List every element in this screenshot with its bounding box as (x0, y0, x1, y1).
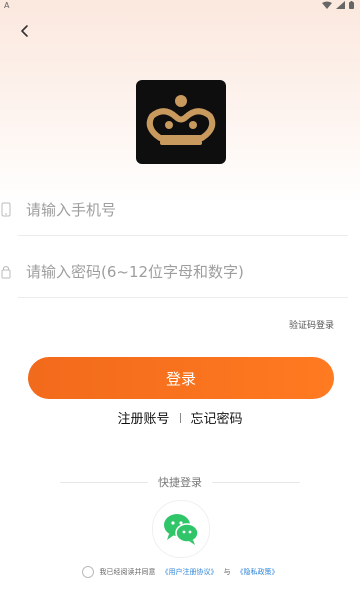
wechat-icon (164, 514, 199, 545)
forgot-password-link[interactable]: 忘记密码 (191, 408, 243, 427)
agree-checkbox[interactable] (81, 566, 94, 578)
phone-icon (1, 202, 11, 217)
status-left-text: A (4, 1, 10, 10)
login-button[interactable]: 登录 (28, 357, 334, 399)
user-agreement-link[interactable]: 《用户注册协议》 (162, 567, 218, 577)
battery-icon (349, 1, 354, 9)
phone-row (0, 188, 360, 236)
divider (18, 235, 348, 236)
status-bar: A (0, 0, 360, 12)
agreement-prefix: 我已经阅读并同意 (99, 568, 156, 576)
agreement-row: 我已经阅读并同意 《用户注册协议》 与 《隐私政策》 (0, 566, 360, 578)
password-input[interactable] (24, 258, 348, 286)
password-row (0, 250, 360, 298)
divider (18, 297, 348, 298)
quick-login-label: 快捷登录 (158, 476, 202, 489)
privacy-policy-link[interactable]: 《隐私政策》 (237, 567, 279, 577)
lock-icon (1, 266, 11, 279)
crown-logo-icon (146, 95, 216, 145)
divider-left (60, 481, 148, 483)
quick-login-divider: 快捷登录 (60, 474, 300, 490)
phone-input[interactable] (24, 196, 348, 224)
wifi-icon (322, 1, 332, 9)
sms-login-link[interactable]: 验证码登录 (289, 318, 334, 331)
divider-right (212, 481, 300, 483)
chevron-left-icon (21, 25, 28, 37)
agreement-and: 与 (223, 568, 231, 576)
status-icons (322, 1, 354, 9)
account-links: 注册账号 忘记密码 (0, 408, 360, 427)
link-separator (179, 412, 181, 423)
signal-icon (336, 1, 345, 9)
wechat-login-button[interactable] (152, 500, 210, 558)
back-button[interactable] (16, 22, 34, 40)
register-link[interactable]: 注册账号 (117, 408, 169, 427)
app-logo (136, 80, 226, 164)
